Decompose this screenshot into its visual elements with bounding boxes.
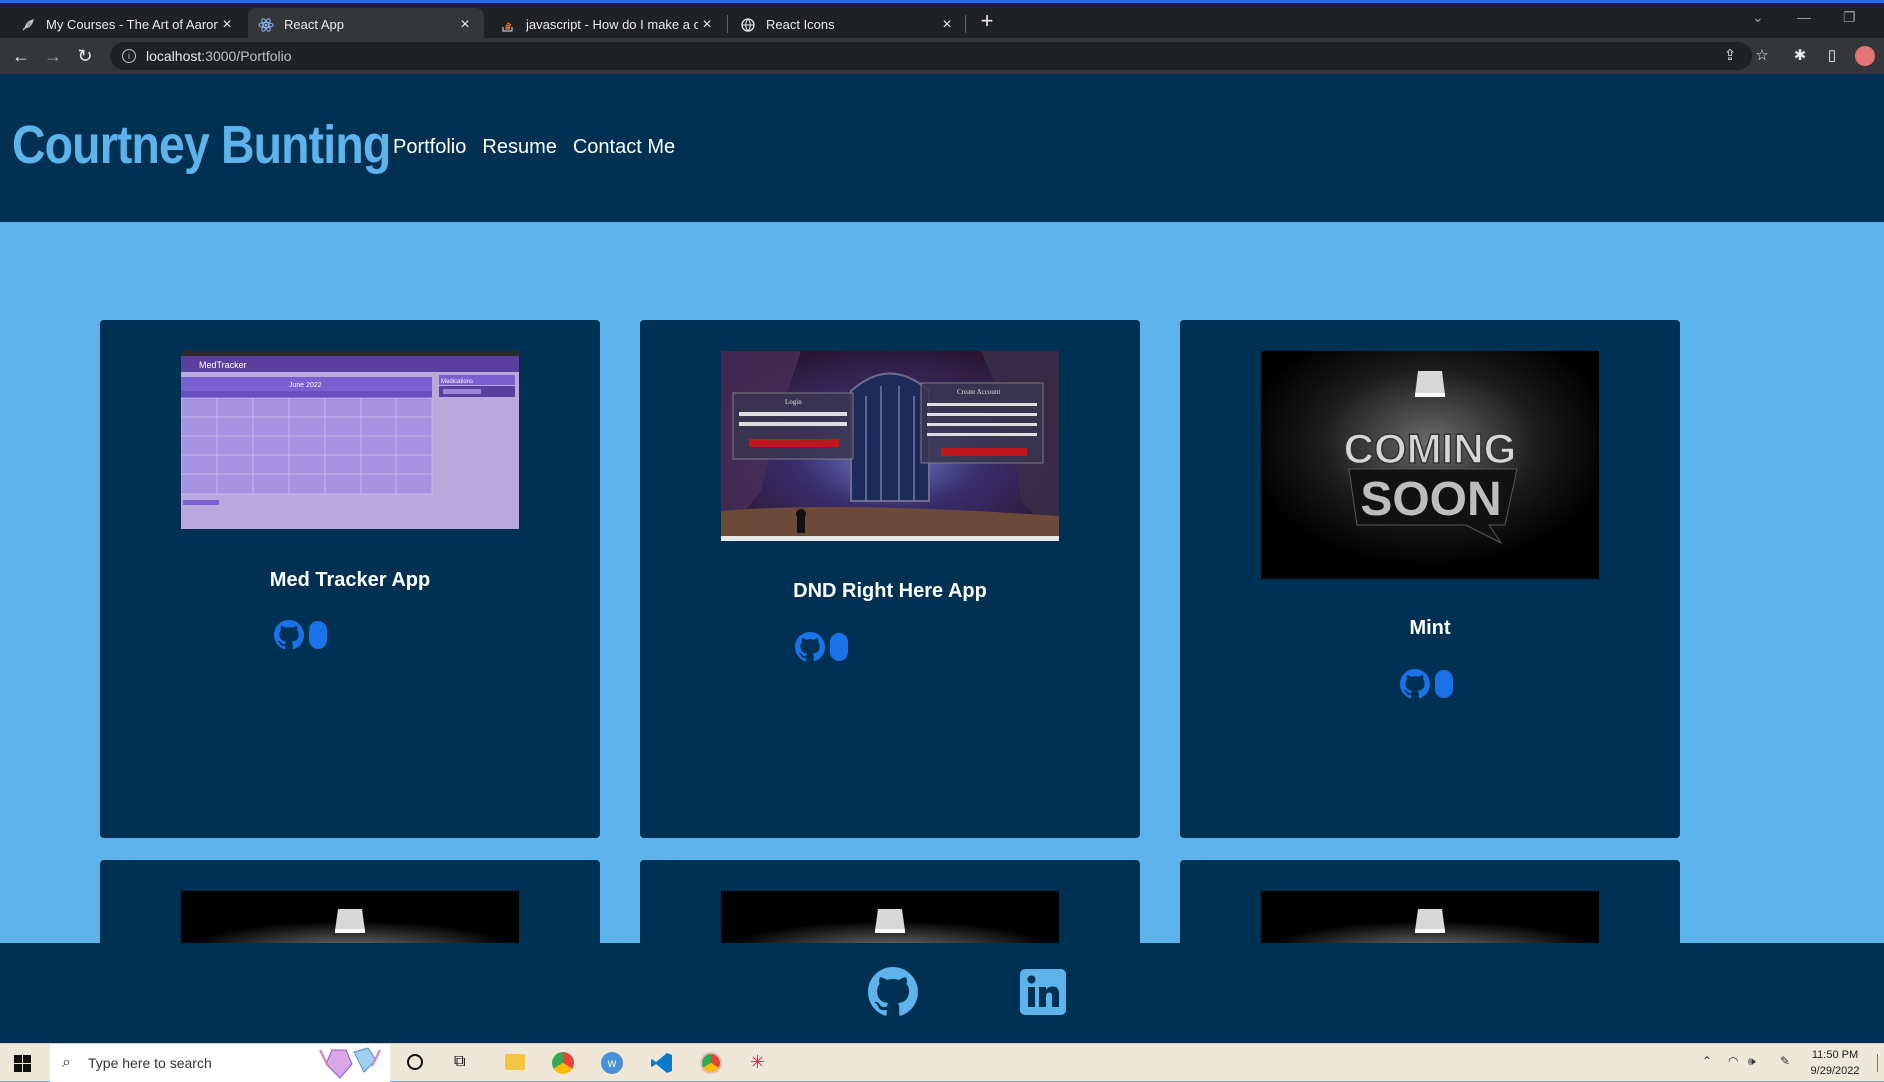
forward-arrow-icon[interactable]: → xyxy=(41,44,65,68)
search-placeholder: Type here to search xyxy=(88,1055,212,1071)
tab-separator xyxy=(727,15,728,33)
globe-icon xyxy=(740,17,756,33)
tab-separator xyxy=(965,15,966,33)
close-icon[interactable]: × xyxy=(698,16,716,34)
cortana-circle-icon[interactable] xyxy=(407,1054,423,1070)
tab-title: React Icons xyxy=(766,17,835,32)
tab-search-chevron-icon[interactable]: ⌄ xyxy=(1752,9,1764,26)
app-w-icon[interactable]: w xyxy=(601,1052,623,1074)
project-links xyxy=(274,620,328,650)
restore-button[interactable]: ❐ xyxy=(1843,9,1856,26)
feather-icon xyxy=(20,17,36,33)
project-title: DND Right Here App xyxy=(793,580,987,602)
project-card-dnd: Login Create Account DND Right Here App xyxy=(640,320,1140,838)
info-icon[interactable]: i xyxy=(122,49,136,63)
svg-text:MedTracker: MedTracker xyxy=(199,360,247,370)
svg-text:June 2022: June 2022 xyxy=(289,382,322,389)
linkedin-icon[interactable] xyxy=(1020,969,1066,1015)
new-tab-button[interactable]: + xyxy=(975,10,999,34)
windows-taskbar: ⌕ Type here to search ⧉ w ✳ ⌃ ◠ 🕪 ✎ 11:5… xyxy=(0,1043,1884,1082)
coming-soon-image[interactable] xyxy=(181,891,519,951)
file-explorer-icon[interactable] xyxy=(505,1054,525,1070)
nav-contact-me[interactable]: Contact Me xyxy=(573,136,675,159)
svg-text:Medications: Medications xyxy=(441,379,473,385)
project-links xyxy=(795,632,849,662)
browser-tab-1[interactable]: My Courses - The Art of Aaron Bl × xyxy=(10,8,246,41)
project-links xyxy=(1400,669,1454,699)
svg-text:Login: Login xyxy=(785,398,802,406)
site-brand[interactable]: Courtney Bunting xyxy=(12,114,391,176)
github-icon[interactable] xyxy=(1400,669,1430,699)
project-card-med-tracker: MedTracker June 2022 Medications Med Tra… xyxy=(100,320,600,838)
share-icon[interactable]: ⇪ xyxy=(1720,46,1740,66)
back-arrow-icon[interactable]: ← xyxy=(9,44,33,68)
slack-icon[interactable]: ✳ xyxy=(750,1052,765,1073)
project-card-mint: COMING SOON Mint xyxy=(1180,320,1680,838)
browser-tab-3[interactable]: javascript - How do I make a com × xyxy=(490,8,726,41)
project-title: Mint xyxy=(1409,617,1451,639)
bookmark-star-icon[interactable]: ☆ xyxy=(1752,46,1772,66)
tray-chevron-up-icon[interactable]: ⌃ xyxy=(1702,1054,1712,1068)
url-path: :3000/Portfolio xyxy=(201,48,292,64)
mouse-icon[interactable] xyxy=(1434,669,1454,699)
show-desktop-button[interactable] xyxy=(1877,1054,1883,1072)
chrome-icon[interactable] xyxy=(552,1052,574,1074)
svg-text:SOON: SOON xyxy=(1360,473,1501,526)
minimize-button[interactable]: — xyxy=(1797,9,1811,25)
dnd-screenshot[interactable]: Login Create Account xyxy=(721,351,1059,541)
search-highlight-illustration-icon xyxy=(319,1047,381,1079)
close-icon[interactable]: × xyxy=(218,16,236,34)
reload-icon[interactable]: ↻ xyxy=(73,44,97,68)
site-nav: Portfolio Resume Contact Me xyxy=(393,136,675,159)
search-icon: ⌕ xyxy=(62,1054,71,1071)
mouse-icon[interactable] xyxy=(829,632,849,662)
wifi-icon[interactable]: ◠ xyxy=(1728,1054,1738,1068)
coming-soon-image[interactable] xyxy=(721,891,1059,951)
browser-tabstrip: My Courses - The Art of Aaron Bl × React… xyxy=(0,0,1884,41)
mouse-icon[interactable] xyxy=(308,620,328,650)
clock-date: 9/29/2022 xyxy=(1810,1065,1860,1077)
project-title: Med Tracker App xyxy=(269,569,431,591)
taskbar-clock[interactable]: 11:50 PM 9/29/2022 xyxy=(1800,1047,1870,1079)
tab-title: My Courses - The Art of Aaron Bl xyxy=(46,17,218,32)
site-footer xyxy=(0,943,1884,1043)
profile-avatar[interactable] xyxy=(1855,46,1875,66)
react-icon xyxy=(258,17,274,33)
stackoverflow-icon xyxy=(500,17,516,33)
nav-resume[interactable]: Resume xyxy=(482,136,556,159)
browser-tab-2[interactable]: React App × xyxy=(248,8,484,41)
vscode-icon[interactable] xyxy=(650,1051,674,1075)
coming-soon-image[interactable] xyxy=(1261,891,1599,951)
side-panel-icon[interactable]: ▯ xyxy=(1822,46,1842,66)
coming-soon-image[interactable]: COMING SOON xyxy=(1261,351,1599,579)
webpage: Courtney Bunting Portfolio Resume Contac… xyxy=(0,74,1884,1043)
task-view-icon[interactable]: ⧉ xyxy=(454,1053,465,1071)
tab-title: javascript - How do I make a com xyxy=(526,17,698,32)
browser-toolbar: ← → ↻ i localhost:3000/Portfolio ⇪ ☆ ✱ ▯ xyxy=(0,38,1884,74)
address-bar[interactable]: i localhost:3000/Portfolio xyxy=(110,42,1752,70)
url-host: localhost xyxy=(146,48,202,64)
volume-icon[interactable]: 🕪 xyxy=(1748,1054,1756,1069)
github-icon[interactable] xyxy=(274,620,304,650)
tab-title: React App xyxy=(284,17,344,32)
svg-text:COMING: COMING xyxy=(1344,425,1517,472)
medtracker-screenshot[interactable]: MedTracker June 2022 Medications xyxy=(181,351,519,529)
browser-tab-4[interactable]: React Icons × xyxy=(730,8,966,41)
extensions-puzzle-icon[interactable]: ✱ xyxy=(1790,46,1810,66)
close-icon[interactable]: × xyxy=(938,16,956,34)
github-icon[interactable] xyxy=(795,632,825,662)
site-header: Courtney Bunting Portfolio Resume Contac… xyxy=(0,74,1884,222)
windows-start-icon[interactable] xyxy=(14,1055,31,1072)
close-icon[interactable]: × xyxy=(456,16,474,34)
github-icon[interactable] xyxy=(868,967,918,1017)
chrome-profile-icon[interactable] xyxy=(700,1052,722,1074)
nav-portfolio[interactable]: Portfolio xyxy=(393,136,466,159)
svg-text:Create Account: Create Account xyxy=(957,388,1000,396)
pen-icon[interactable]: ✎ xyxy=(1780,1054,1790,1068)
clock-time: 11:50 PM xyxy=(1811,1049,1859,1061)
